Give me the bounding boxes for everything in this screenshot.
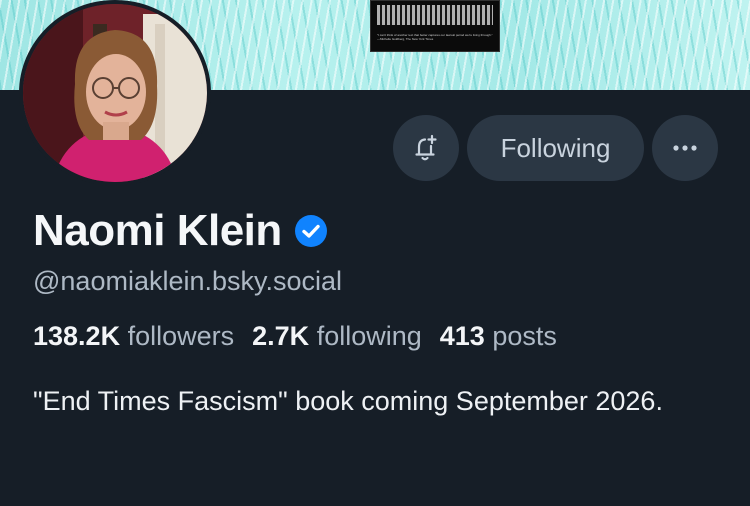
followers-count: 138.2K	[33, 321, 121, 351]
following-button-label: Following	[500, 132, 611, 163]
avatar[interactable]	[23, 4, 207, 182]
posts-stat: 413 posts	[440, 321, 557, 352]
followers-stat[interactable]: 138.2K followers	[33, 321, 234, 352]
book-cover-art	[377, 5, 493, 25]
ellipsis-icon	[673, 145, 697, 151]
verified-badge-icon[interactable]	[294, 214, 328, 248]
more-options-button[interactable]	[652, 115, 718, 181]
profile-bio: "End Times Fascism" book coming Septembe…	[33, 386, 663, 416]
following-stat[interactable]: 2.7K following	[252, 321, 422, 352]
banner-book-image: "I can't think of another text that bett…	[370, 0, 500, 52]
following-label: following	[316, 321, 422, 351]
display-name-row: Naomi Klein	[33, 203, 328, 259]
display-name: Naomi Klein	[33, 206, 282, 255]
posts-label: posts	[492, 321, 557, 351]
followers-label: followers	[127, 321, 235, 351]
avatar-frame[interactable]	[19, 0, 211, 186]
book-quote: "I can't think of another text that bett…	[377, 34, 493, 41]
following-button[interactable]: Following	[467, 115, 644, 181]
avatar-photo	[23, 4, 207, 182]
bell-plus-icon	[415, 134, 437, 161]
subscribe-button[interactable]	[393, 115, 459, 181]
following-count: 2.7K	[252, 321, 310, 351]
profile-handle: @naomiaklein.bsky.social	[33, 266, 343, 296]
profile-stats: 138.2K followers 2.7K following 413 post…	[33, 321, 575, 352]
posts-count: 413	[439, 321, 485, 351]
